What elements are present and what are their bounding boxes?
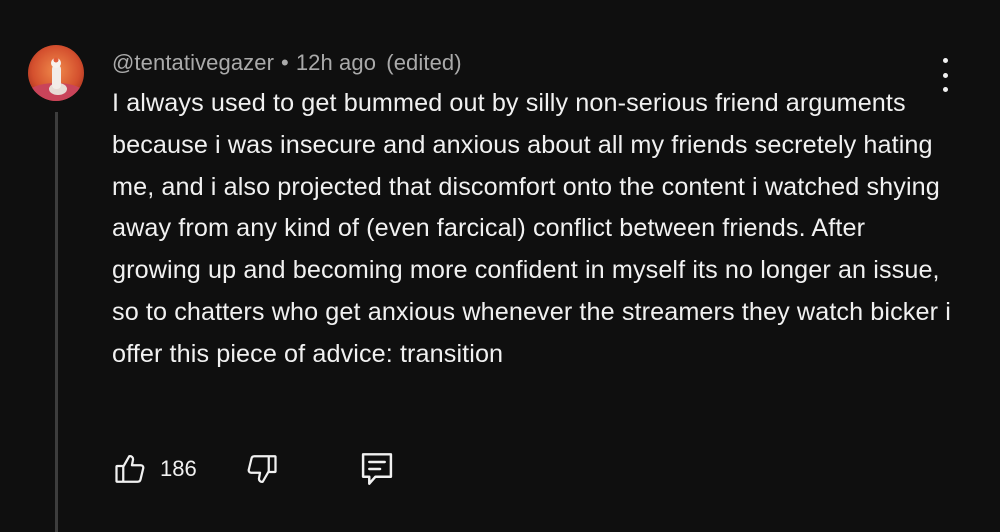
avatar[interactable] (28, 45, 84, 101)
username[interactable]: @tentativegazer (112, 50, 274, 75)
like-button[interactable]: 186 (112, 450, 197, 488)
reply-button[interactable] (360, 450, 394, 488)
menu-dot (942, 58, 948, 63)
separator-dot: • (281, 50, 289, 75)
edited-label: (edited) (386, 50, 462, 75)
comment-header: @tentativegazer • 12h ago (edited) (112, 50, 462, 76)
thumbs-up-icon (115, 455, 145, 483)
thumbs-down-icon (247, 455, 277, 483)
comment-text: I always used to get bummed out by silly… (112, 89, 951, 368)
timestamp[interactable]: 12h ago (296, 50, 376, 75)
like-count: 186 (160, 456, 197, 481)
thread-line (55, 112, 58, 532)
menu-dot (942, 72, 948, 78)
avatar-image (28, 45, 84, 101)
dislike-button[interactable] (244, 450, 280, 488)
reply-comment-icon (361, 453, 393, 485)
